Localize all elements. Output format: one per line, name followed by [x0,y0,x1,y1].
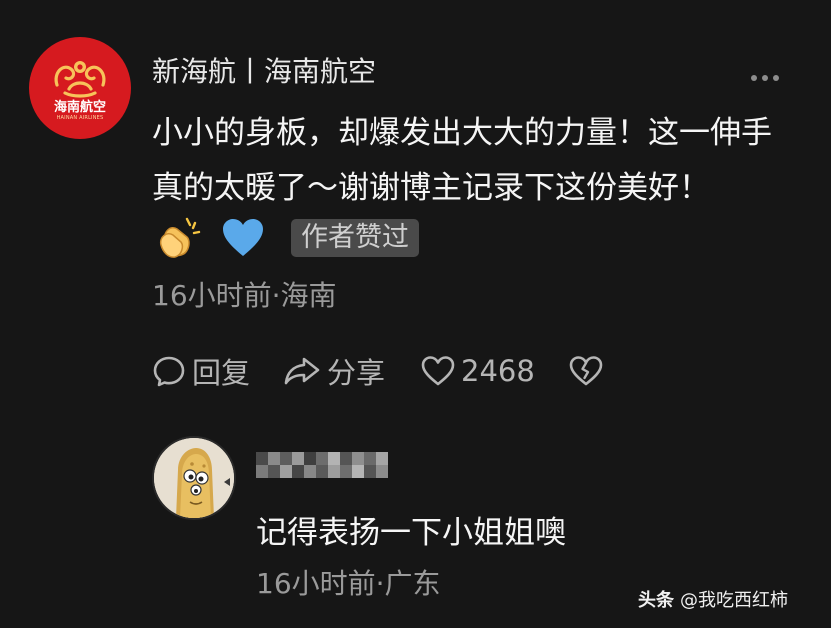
like-count: 2468 [461,354,535,388]
dislike-button[interactable] [569,355,609,387]
avatar[interactable]: 海南航空 HAINAN AIRLINES [29,37,131,139]
hainan-airlines-logo-icon [54,60,106,98]
more-options-icon[interactable] [751,72,783,84]
cartoon-character-avatar-icon [154,438,234,518]
comment-bubble-icon [153,356,185,387]
comment-thread: 海南航空 HAINAN AIRLINES 新海航丨海南航空 小小的身板，却爆发出… [0,0,831,628]
comment-text: 小小的身板，却爆发出大大的力量！这一伸手真的太暖了～谢谢博主记录下这份美好！ [152,115,772,206]
blue-heart-icon [223,219,263,256]
comment-author-name[interactable]: 新海航丨海南航空 [152,50,376,90]
like-button[interactable]: 2468 [421,354,535,388]
comment-meta: 16小时前·海南 [152,279,337,312]
heart-outline-icon [421,356,455,386]
reply-text: 记得表扬一下小姐姐噢 [256,515,566,551]
share-button[interactable]: 分享 [283,350,385,392]
watermark: 头条 @我吃西红柿 [638,586,788,612]
clapping-hands-icon [159,217,201,258]
comment-action-bar: 回复 分享 2468 [152,350,609,392]
watermark-handle: @我吃西红柿 [680,590,788,611]
author-liked-badge: 作者赞过 [291,219,419,257]
reply-avatar[interactable] [152,436,236,520]
logo-subtext: HAINAN AIRLINES [56,114,104,121]
reply-meta: 16小时前·广东 [256,567,441,600]
emoji-row: 作者赞过 [157,215,419,261]
share-icon [284,357,320,385]
reply-author-name-pixelated[interactable] [256,452,388,478]
watermark-brand: 头条 [638,590,674,611]
logo-text: 海南航空 [53,99,106,115]
broken-heart-icon [569,356,603,386]
reply-label: 回复 [192,356,251,390]
share-label: 分享 [327,356,386,390]
reply-button[interactable]: 回复 [152,350,250,392]
